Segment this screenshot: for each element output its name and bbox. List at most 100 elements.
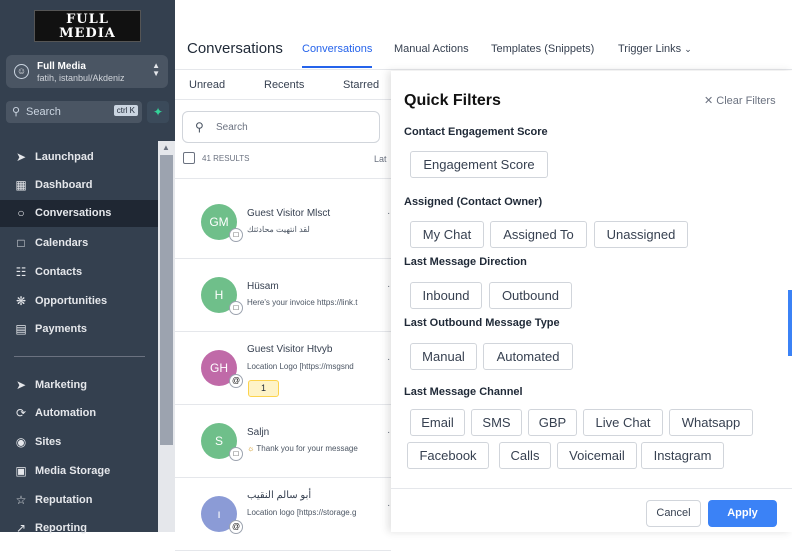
star-icon: ☆: [15, 493, 27, 507]
conversation-row[interactable]: ı @ أبو سالم النقيب Location logo [https…: [175, 478, 391, 551]
more-icon[interactable]: ·: [387, 500, 390, 511]
chat-icon: □: [229, 228, 243, 242]
sidebar-item-label: Calendars: [35, 237, 89, 249]
chip-manual[interactable]: Manual: [410, 343, 477, 370]
sidebar-item-label: Launchpad: [35, 151, 94, 163]
sidebar-item-media-storage[interactable]: ▣ Media Storage: [0, 458, 158, 485]
contact-name: Hüsam: [247, 281, 279, 292]
cancel-button[interactable]: Cancel: [646, 500, 701, 527]
chip-email[interactable]: Email: [410, 409, 465, 436]
scroll-up-icon[interactable]: ▲: [162, 143, 170, 152]
sidebar-item-marketing[interactable]: ➤ Marketing: [0, 372, 158, 399]
conversation-search-input[interactable]: ⚲ Search: [182, 111, 380, 143]
chip-automated[interactable]: Automated: [483, 343, 573, 370]
subtab-starred[interactable]: Starred: [343, 79, 379, 91]
tab-manual-actions[interactable]: Manual Actions: [394, 43, 469, 55]
sidebar-item-contacts[interactable]: ☷ Contacts: [0, 259, 158, 286]
page-header: Conversations Conversations Manual Actio…: [175, 0, 792, 70]
calendar-icon: □: [17, 236, 25, 250]
chevron-down-icon: ⌄: [684, 44, 692, 54]
sidebar-item-dashboard[interactable]: ▦ Dashboard: [0, 172, 158, 199]
sidebar-item-conversations[interactable]: ○ Conversations: [0, 200, 158, 227]
sidebar-item-reputation[interactable]: ☆ Reputation: [0, 487, 158, 514]
more-icon[interactable]: ·: [387, 281, 390, 292]
sidebar-item-payments[interactable]: ▤ Payments: [0, 316, 158, 343]
sidebar-item-label: Contacts: [35, 266, 83, 278]
account-switcher[interactable]: ☺ Full Media fatih, istanbul/Akdeniz ▲ ▼: [6, 55, 168, 88]
conversation-subtabs: Unread Recents Starred: [175, 70, 391, 100]
sidebar-item-calendars[interactable]: □ Calendars: [0, 230, 158, 257]
chip-unassigned[interactable]: Unassigned: [594, 221, 688, 248]
sidebar-item-label: Opportunities: [35, 295, 108, 307]
conversation-row[interactable]: GH @ Guest Visitor Htvyb Location Logo […: [175, 332, 391, 405]
sort-label[interactable]: Lat: [374, 154, 387, 164]
chip-instagram[interactable]: Instagram: [641, 442, 724, 469]
message-preview: Here's your invoice https://link.t: [247, 298, 358, 307]
sidebar-item-label: Conversations: [35, 207, 112, 219]
conversation-row[interactable]: GM □ Guest Visitor Mlsct لقد انتهيت محاد…: [175, 186, 391, 259]
sidebar-item-label: Automation: [35, 407, 97, 419]
sidebar-item-reporting[interactable]: ↗ Reporting: [0, 515, 158, 542]
sidebar-item-label: Reporting: [35, 522, 87, 534]
section-channel: Last Message Channel: [404, 386, 523, 398]
search-icon: ⚲: [12, 106, 21, 118]
chip-facebook[interactable]: Facebook: [407, 442, 489, 469]
list-divider: [175, 178, 391, 179]
chip-inbound[interactable]: Inbound: [410, 282, 482, 309]
clear-filters-button[interactable]: ✕ Clear Filters: [704, 94, 776, 107]
chip-whatsapp[interactable]: Whatsapp: [669, 409, 753, 436]
sidebar-item-label: Media Storage: [35, 465, 111, 477]
chip-live-chat[interactable]: Live Chat: [583, 409, 663, 436]
scrollbar-thumb[interactable]: [160, 155, 173, 445]
chip-assigned-to[interactable]: Assigned To: [490, 221, 587, 248]
more-icon[interactable]: ·: [387, 427, 390, 438]
chip-sms[interactable]: SMS: [471, 409, 522, 436]
user-icon: ☺: [14, 64, 29, 79]
automation-icon: ⟳: [15, 406, 27, 420]
sidebar-item-label: Sites: [35, 436, 62, 448]
chip-engagement-score[interactable]: Engagement Score: [410, 151, 548, 178]
unread-count-badge: 1: [248, 380, 279, 397]
section-assigned: Assigned (Contact Owner): [404, 196, 543, 208]
conversation-row[interactable]: H □ Hüsam Here's your invoice https://li…: [175, 259, 391, 332]
sidebar-scrollbar[interactable]: ▲: [158, 141, 175, 532]
rocket-icon: ➤: [15, 150, 27, 164]
more-icon[interactable]: ·: [387, 354, 390, 365]
chip-outbound[interactable]: Outbound: [489, 282, 572, 309]
tab-trigger-links[interactable]: Trigger Links ⌄: [618, 43, 692, 55]
section-direction: Last Message Direction: [404, 256, 527, 268]
sidebar-item-launchpad[interactable]: ➤ Launchpad: [0, 144, 158, 171]
subtab-unread[interactable]: Unread: [189, 79, 225, 91]
sidebar-item-automation[interactable]: ⟳ Automation: [0, 400, 158, 427]
account-location: fatih, istanbul/Akdeniz: [37, 73, 125, 83]
results-bar: 41 RESULTS Lat: [183, 152, 393, 168]
chip-my-chat[interactable]: My Chat: [410, 221, 484, 248]
subtab-recents[interactable]: Recents: [264, 79, 304, 91]
chat-icon: □: [229, 301, 243, 315]
sidebar-item-label: Reputation: [35, 494, 93, 506]
sidebar-search[interactable]: ⚲ Search ctrl K: [6, 101, 142, 123]
chip-calls[interactable]: Calls: [499, 442, 551, 469]
sidebar-item-sites[interactable]: ◉ Sites: [0, 429, 158, 456]
chart-icon: ↗: [15, 521, 27, 535]
right-edge-indicator: [788, 290, 792, 356]
message-preview: لقد انتهيت محادثتك: [247, 225, 310, 234]
quick-action-bolt-icon[interactable]: ✦: [147, 101, 169, 123]
at-icon: @: [229, 374, 243, 388]
tab-templates[interactable]: Templates (Snippets): [491, 43, 594, 55]
full-media-logo[interactable]: FULL MEDIA: [34, 10, 141, 42]
select-all-checkbox[interactable]: [183, 152, 195, 164]
tab-conversations[interactable]: Conversations: [302, 43, 373, 68]
more-icon[interactable]: ·: [387, 208, 390, 219]
sidebar-item-opportunities[interactable]: ❋ Opportunities: [0, 288, 158, 315]
chip-voicemail[interactable]: Voicemail: [557, 442, 637, 469]
apply-button[interactable]: Apply: [708, 500, 777, 527]
chat-icon: ○: [17, 206, 25, 220]
opportunities-icon: ❋: [15, 294, 27, 308]
message-preview: Location Logo [https://msgsnd: [247, 362, 354, 371]
chip-gbp[interactable]: GBP: [528, 409, 577, 436]
shortcut-badge: ctrl K: [113, 105, 138, 116]
sidebar-item-label: Payments: [35, 323, 87, 335]
conversation-row[interactable]: S □ Saljn ☼ Thank you for your message ·: [175, 405, 391, 478]
payments-icon: ▤: [15, 322, 27, 336]
